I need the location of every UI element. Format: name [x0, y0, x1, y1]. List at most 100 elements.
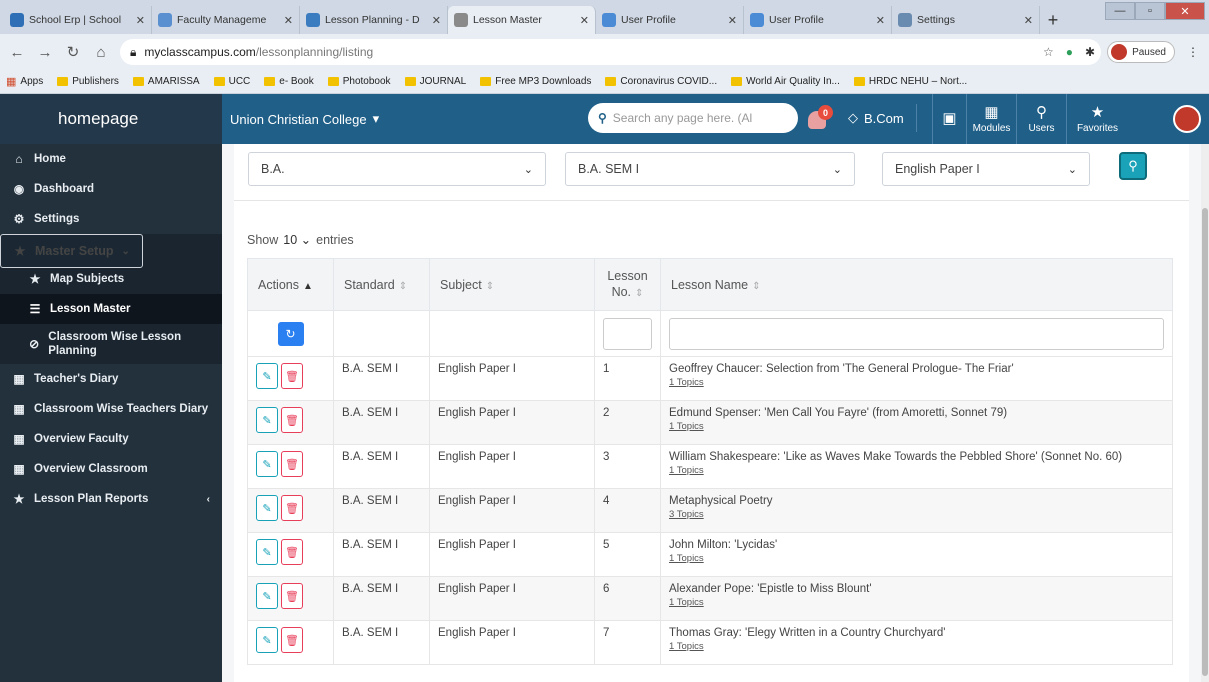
- sidebar-item[interactable]: ▦ Teacher's Diary: [0, 364, 222, 394]
- col-standard[interactable]: Standard ⇕: [333, 258, 430, 311]
- extensions-puzzle-icon[interactable]: ✱: [1085, 45, 1095, 59]
- browser-tab[interactable]: Faculty Manageme ✕: [152, 6, 300, 34]
- menu-kebab-icon[interactable]: ⋮: [1187, 45, 1199, 59]
- sidebar-item[interactable]: ⌂ Home: [0, 144, 222, 174]
- delete-trash-icon[interactable]: 🗑︎: [281, 495, 303, 521]
- scrollbar-thumb[interactable]: [1202, 208, 1208, 676]
- close-window-icon[interactable]: ✕: [1165, 2, 1205, 20]
- bookmark-item[interactable]: UCC: [213, 76, 250, 87]
- close-tab-icon[interactable]: ✕: [1024, 14, 1033, 27]
- browser-tab[interactable]: Lesson Master ✕: [448, 6, 596, 34]
- bookmark-item[interactable]: e- Book: [264, 76, 314, 87]
- notification-bell-icon[interactable]: 0: [808, 105, 833, 129]
- bookmark-item[interactable]: AMARISSA: [132, 76, 200, 87]
- bookmark-item[interactable]: HRDC NEHU – Nort...: [853, 76, 967, 87]
- forward-icon[interactable]: →: [36, 44, 54, 61]
- header-users-search-button[interactable]: ⚲ Users: [1016, 94, 1066, 144]
- close-tab-icon[interactable]: ✕: [580, 14, 589, 27]
- minimize-icon[interactable]: —: [1105, 2, 1135, 20]
- class-select[interactable]: B.A. SEM I ⌄: [565, 152, 855, 186]
- subject-select[interactable]: English Paper I ⌄: [882, 152, 1090, 186]
- browser-tab[interactable]: School Erp | School ✕: [4, 6, 152, 34]
- topics-link[interactable]: 1 Topics: [669, 421, 1164, 432]
- extension-shield-icon[interactable]: ●: [1066, 45, 1073, 59]
- topics-link[interactable]: 1 Topics: [669, 377, 1164, 388]
- sidebar-item[interactable]: ☰ Lesson Master: [0, 294, 222, 324]
- browser-tab[interactable]: User Profile ✕: [744, 6, 892, 34]
- col-actions[interactable]: Actions ▲: [247, 258, 334, 311]
- maximize-icon[interactable]: ▫: [1135, 2, 1165, 20]
- user-avatar[interactable]: [1173, 105, 1201, 133]
- topics-link[interactable]: 1 Topics: [669, 465, 1164, 476]
- main-content: B.A. ⌄ B.A. SEM I ⌄ English Paper I ⌄ ⚲ …: [222, 144, 1201, 682]
- new-tab-button[interactable]: +: [1040, 6, 1066, 34]
- close-tab-icon[interactable]: ✕: [728, 14, 737, 27]
- edit-pencil-icon[interactable]: ✎: [256, 363, 278, 389]
- calendar-icon: ▦: [13, 432, 25, 446]
- delete-trash-icon[interactable]: 🗑︎: [281, 407, 303, 433]
- logo-alt-text: homepage: [58, 109, 139, 128]
- topics-link[interactable]: 1 Topics: [669, 641, 1164, 652]
- home-button-icon[interactable]: ⌂: [92, 44, 110, 61]
- delete-trash-icon[interactable]: 🗑︎: [281, 363, 303, 389]
- delete-trash-icon[interactable]: 🗑︎: [281, 539, 303, 565]
- edit-pencil-icon[interactable]: ✎: [256, 583, 278, 609]
- browser-tab[interactable]: Lesson Planning - D ✕: [300, 6, 448, 34]
- sidebar-item[interactable]: ▦ Classroom Wise Teachers Diary: [0, 394, 222, 424]
- profile-paused-button[interactable]: Paused: [1107, 41, 1175, 63]
- sidebar-item[interactable]: ◉ Dashboard: [0, 174, 222, 204]
- close-tab-icon[interactable]: ✕: [284, 14, 293, 27]
- browser-tab[interactable]: User Profile ✕: [596, 6, 744, 34]
- sidebar-item[interactable]: ★ Map Subjects: [0, 264, 222, 294]
- bookmark-item[interactable]: Coronavirus COVID...: [605, 76, 717, 87]
- topics-link[interactable]: 3 Topics: [669, 509, 1164, 520]
- col-lesson-name[interactable]: Lesson Name ⇕: [660, 258, 1173, 311]
- sidebar-item[interactable]: ⚙ Settings: [0, 204, 222, 234]
- browser-tab[interactable]: Settings ✕: [892, 6, 1040, 34]
- sidebar-item[interactable]: ★ Lesson Plan Reports ‹: [0, 484, 222, 514]
- entries-select[interactable]: 10 ⌄: [283, 232, 311, 247]
- edit-pencil-icon[interactable]: ✎: [256, 495, 278, 521]
- page-search-input[interactable]: ⚲ Search any page here. (Al: [588, 103, 798, 133]
- bookmark-item[interactable]: JOURNAL: [404, 76, 466, 87]
- delete-trash-icon[interactable]: 🗑︎: [281, 627, 303, 653]
- topics-link[interactable]: 1 Topics: [669, 553, 1164, 564]
- edit-pencil-icon[interactable]: ✎: [256, 539, 278, 565]
- close-tab-icon[interactable]: ✕: [432, 14, 441, 27]
- close-tab-icon[interactable]: ✕: [136, 14, 145, 27]
- lesson-name-filter-input[interactable]: [669, 317, 1164, 350]
- close-tab-icon[interactable]: ✕: [876, 14, 885, 27]
- url-input[interactable]: 🔒︎ myclasscampus.com/lessonplanning/list…: [120, 39, 1101, 65]
- bookmark-item[interactable]: Publishers: [57, 76, 119, 87]
- delete-trash-icon[interactable]: 🗑︎: [281, 451, 303, 477]
- edit-pencil-icon[interactable]: ✎: [256, 407, 278, 433]
- sidebar-item[interactable]: ▦ Overview Classroom: [0, 454, 222, 484]
- course-switch[interactable]: ◇ B.Com: [848, 104, 917, 132]
- reload-icon[interactable]: ↻: [64, 43, 82, 61]
- search-button[interactable]: ⚲: [1119, 152, 1147, 180]
- delete-trash-icon[interactable]: 🗑︎: [281, 583, 303, 609]
- header-modules-button[interactable]: ▦ Modules: [966, 94, 1016, 144]
- bookmark-item[interactable]: World Air Quality In...: [731, 76, 840, 87]
- edit-pencil-icon[interactable]: ✎: [256, 627, 278, 653]
- college-selector[interactable]: Union Christian College ▾: [230, 111, 379, 127]
- standard-select[interactable]: B.A. ⌄: [248, 152, 546, 186]
- bookmark-star-icon[interactable]: ☆: [1043, 45, 1054, 59]
- bookmark-item[interactable]: ▦ Apps: [6, 75, 43, 88]
- edit-pencil-icon[interactable]: ✎: [256, 451, 278, 477]
- col-subject[interactable]: Subject ⇕: [429, 258, 595, 311]
- sidebar-item[interactable]: ▦ Overview Faculty: [0, 424, 222, 454]
- header-calendar-button[interactable]: ▣: [932, 94, 966, 144]
- logo[interactable]: homepage: [0, 94, 222, 144]
- page-scrollbar[interactable]: [1201, 144, 1209, 682]
- bookmark-item[interactable]: Photobook: [327, 76, 391, 87]
- topics-link[interactable]: 1 Topics: [669, 597, 1164, 608]
- sidebar-item[interactable]: ★ Master Setup ⌄: [0, 234, 143, 268]
- col-lesson-no[interactable]: Lesson No. ⇕: [594, 258, 661, 311]
- refresh-icon[interactable]: ↻: [277, 321, 304, 346]
- lesson-no-filter-input[interactable]: [603, 317, 652, 350]
- back-icon[interactable]: ←: [8, 44, 26, 61]
- bookmark-item[interactable]: Free MP3 Downloads: [480, 76, 591, 87]
- sidebar-item[interactable]: ⊘ Classroom Wise Lesson Planning: [0, 324, 222, 364]
- header-favorites-star-button[interactable]: ★ Favorites: [1066, 94, 1128, 144]
